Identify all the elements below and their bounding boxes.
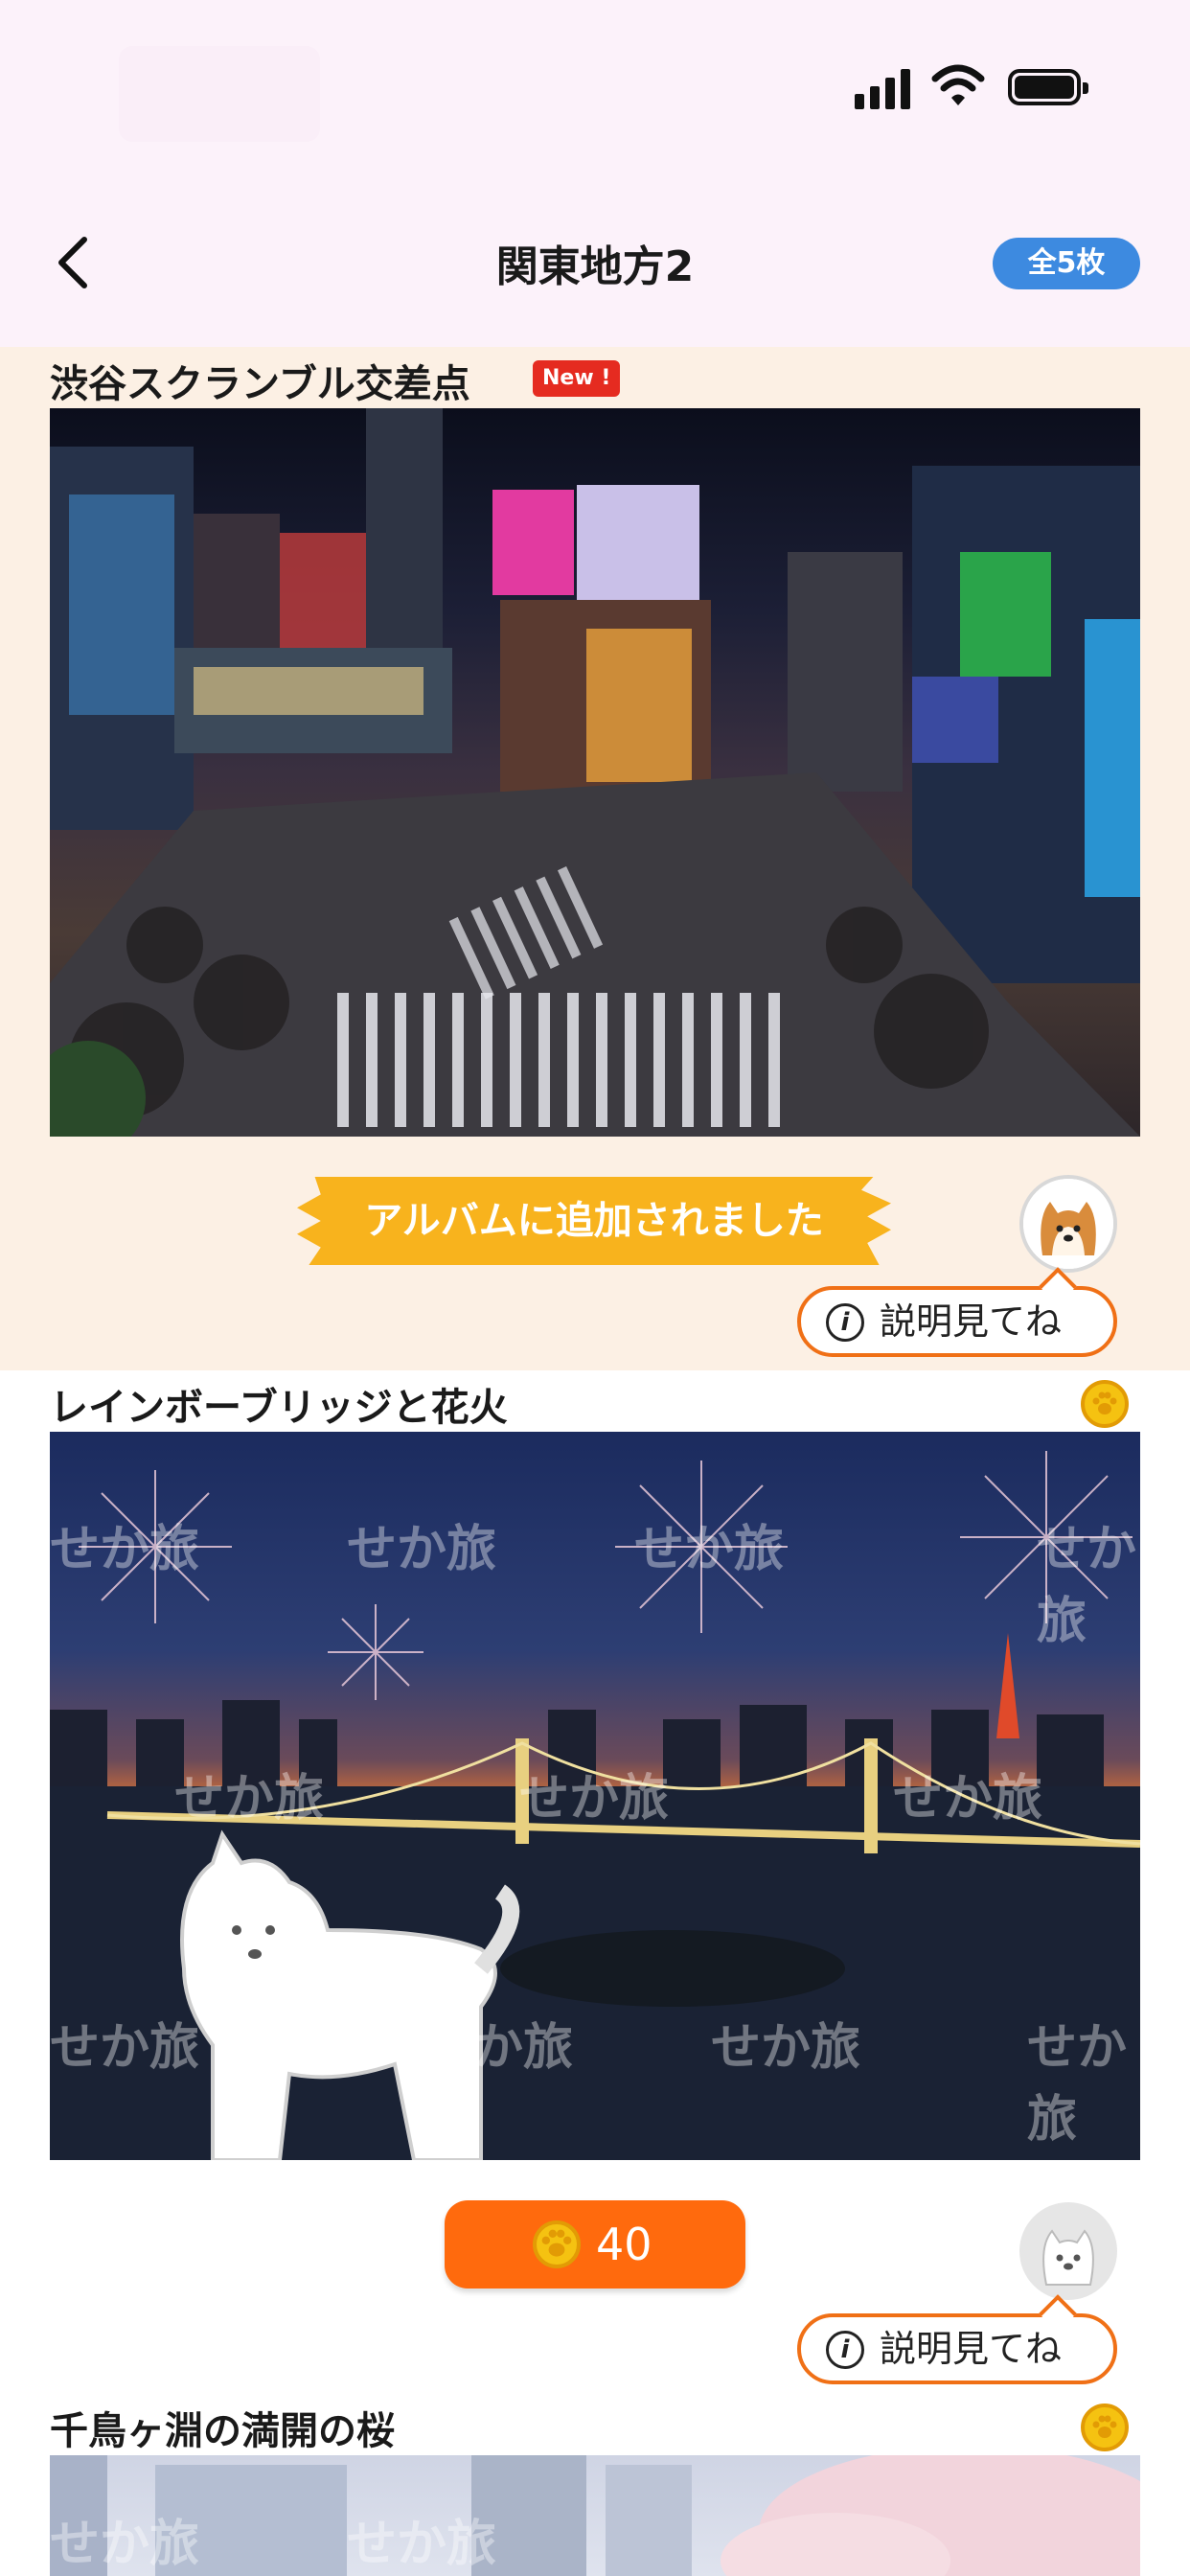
watermark: せか旅 (893, 1770, 1043, 1828)
watermark: せか旅 (423, 2019, 574, 2077)
photo-card: レインボーブリッジと花火 せか旅 せか旅 せか旅 せか旅 せか旅 せか旅 せか旅… (0, 1370, 1190, 2394)
watermark: せか旅 (711, 2019, 861, 2077)
watermark: せか旅 (347, 1521, 497, 1578)
paw-coin-icon (533, 2220, 581, 2268)
watermark: せか旅 (50, 1521, 200, 1578)
photo-card: 渋谷スクランブル交差点 New ! アルバムに追加されました i 説明見てね (0, 347, 1190, 1370)
watermark: せか旅 (174, 1770, 325, 1828)
watermark: せか旅 (519, 1770, 670, 1828)
watermark: せか旅 (634, 1521, 785, 1578)
info-icon: i (826, 1303, 864, 1342)
photo-title: 千鳥ヶ淵の満開の桜 (50, 2409, 395, 2453)
locked-dog-avatar[interactable] (1019, 2202, 1117, 2300)
signal-icon (855, 67, 914, 109)
shiba-dog-avatar[interactable] (1019, 1175, 1117, 1273)
photo-image[interactable] (50, 408, 1140, 1137)
city-night-illustration (50, 408, 1140, 1137)
photo-card: 千鳥ヶ淵の満開の桜 せか旅 せか旅 (0, 2394, 1190, 2576)
photo-count-badge: 全5枚 (993, 238, 1140, 289)
watermark: せか旅 (50, 2019, 200, 2077)
explain-label: 説明見てね (880, 1300, 1063, 1343)
price-value: 40 (596, 2219, 652, 2270)
watermark: せか旅 (1027, 2019, 1128, 2149)
dog-face-icon (1023, 1179, 1113, 1269)
explain-button[interactable]: i 説明見てね (797, 1267, 1117, 1357)
watermark: せか旅 (1037, 1521, 1137, 1650)
status-bar-time-area (119, 46, 320, 142)
photo-title: レインボーブリッジと花火 (50, 1386, 508, 1430)
watermark: せか旅 (347, 2516, 497, 2573)
wifi-icon (931, 64, 985, 105)
paw-coin-icon (1081, 1380, 1129, 1428)
header: 関東地方2 全5枚 (0, 0, 1190, 347)
cherry-blossom-illustration (50, 2455, 1140, 2576)
new-badge: New ! (533, 360, 621, 397)
photo-image[interactable]: せか旅 せか旅 せか旅 せか旅 せか旅 せか旅 せか旅 せか旅 せか旅 せか旅 … (50, 1432, 1140, 2160)
unlock-price-button[interactable]: 40 (445, 2200, 745, 2288)
dog-face-icon (1042, 2229, 1094, 2286)
battery-icon (1008, 69, 1088, 105)
paw-coin-icon (1081, 2404, 1129, 2451)
photo-title: 渋谷スクランブル交差点 (50, 362, 470, 406)
album-added-banner: アルバムに追加されました (297, 1177, 891, 1265)
explain-label: 説明見てね (880, 2328, 1063, 2370)
photo-image[interactable]: せか旅 せか旅 (50, 2455, 1140, 2576)
explain-button[interactable]: i 説明見てね (797, 2294, 1117, 2384)
info-icon: i (826, 2331, 864, 2369)
watermark: せか旅 (50, 2516, 200, 2573)
